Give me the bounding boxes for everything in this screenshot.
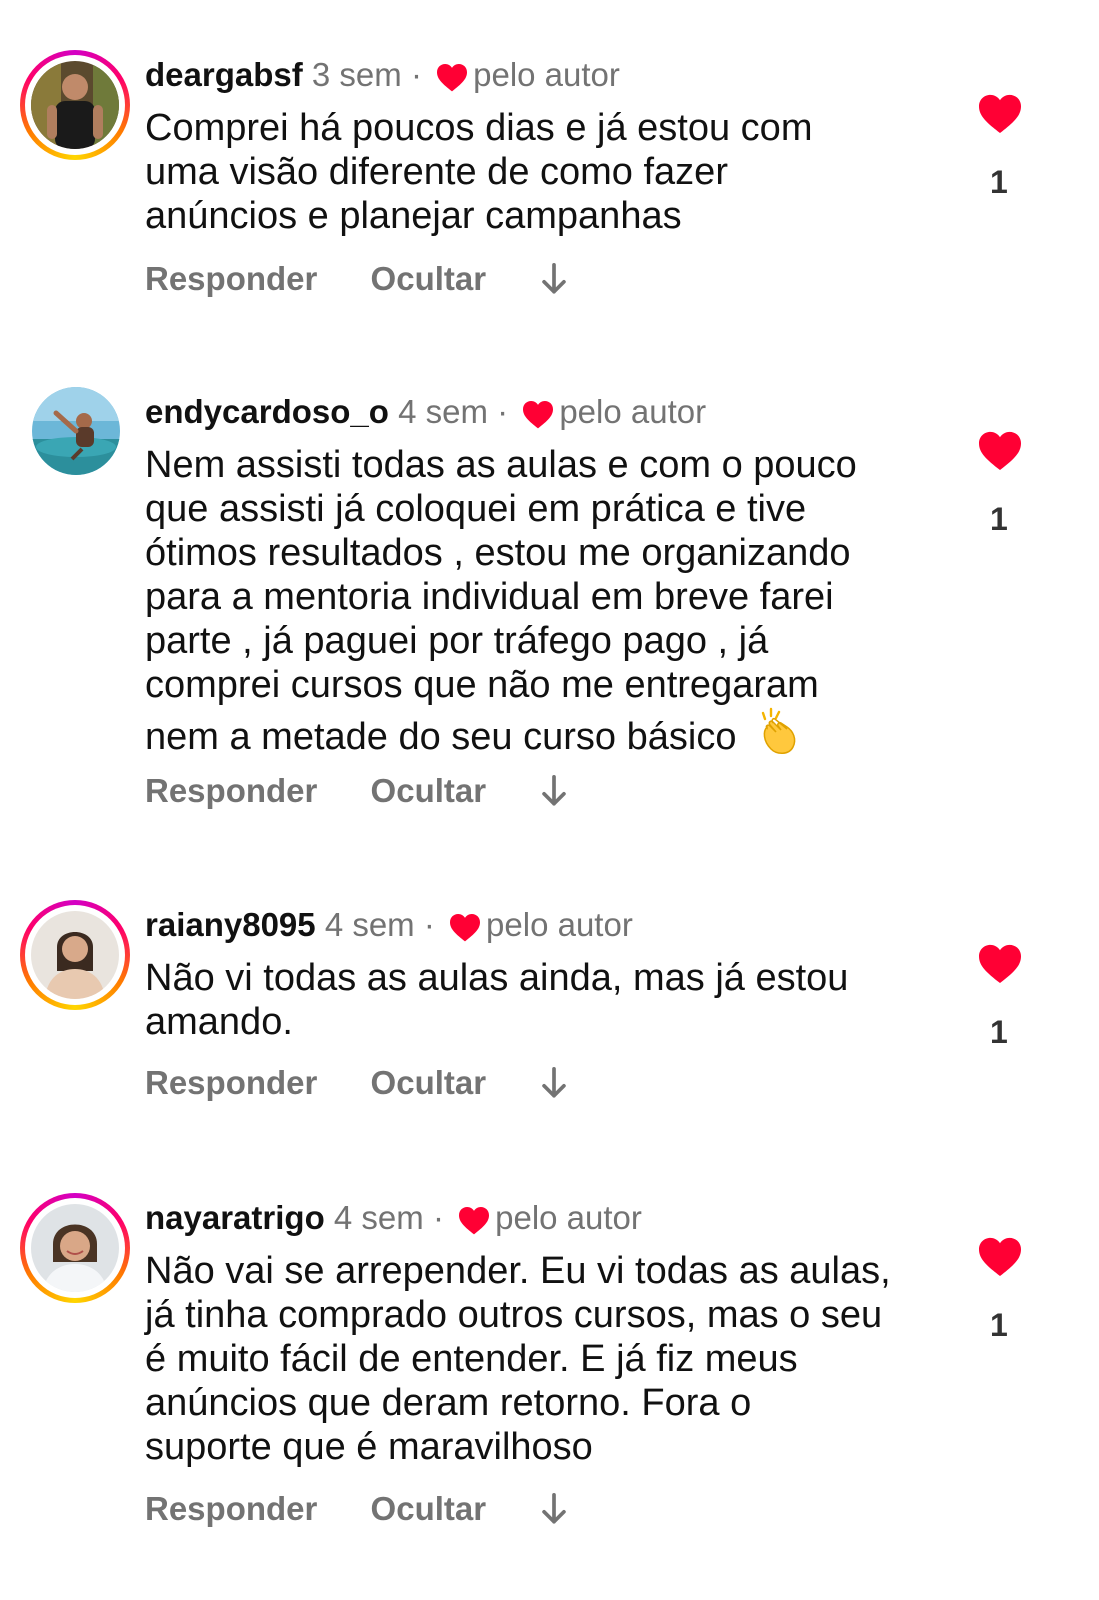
- comment-line: uma visão diferente de como fazer: [145, 151, 728, 193]
- reply-button[interactable]: Responder: [145, 1490, 317, 1528]
- comment-actions: Responder Ocultar: [145, 1490, 569, 1528]
- comment-text: Comprei há poucos dias e já estou com um…: [145, 106, 945, 238]
- comment-line: anúncios que deram retorno. Fora o: [145, 1382, 752, 1424]
- comment-line: é muito fácil de entender. E já fiz meus: [145, 1338, 798, 1380]
- comment-line: amando.: [145, 1001, 293, 1043]
- comment-line: que assisti já coloquei em prática e tiv…: [145, 488, 807, 530]
- like-count: 1: [990, 1307, 1008, 1343]
- author-liked-heart-icon: [459, 1207, 490, 1235]
- author-liked-heart-icon: [437, 64, 468, 92]
- like-count: 1: [990, 1014, 1008, 1050]
- comment-line: já tinha comprado outros cursos, mas o s…: [145, 1294, 883, 1336]
- timestamp: 4 sem: [333, 1199, 424, 1236]
- comment-header: deargabsf 3 sem · pelo autor: [145, 55, 620, 95]
- comment-header: endycardoso_o 4 sem · pelo autor: [145, 392, 706, 432]
- comment-line: Não vi todas as aulas ainda, mas já esto…: [145, 957, 849, 999]
- username[interactable]: raiany8095: [145, 906, 316, 943]
- separator: ·: [497, 393, 509, 430]
- hide-button[interactable]: Ocultar: [371, 260, 487, 298]
- separator: ·: [410, 56, 422, 93]
- author-liked-label: pelo autor: [559, 393, 707, 430]
- author-liked-label: pelo autor: [486, 906, 633, 943]
- reply-button[interactable]: Responder: [145, 772, 317, 810]
- comment-actions: Responder Ocultar: [145, 772, 569, 810]
- hide-button[interactable]: Ocultar: [371, 1064, 487, 1102]
- clapping-hands-icon: [761, 707, 796, 754]
- comment-line: ótimos resultados , estou me organizando: [145, 532, 851, 574]
- avatar[interactable]: [20, 387, 130, 497]
- like-count: 1: [990, 501, 1008, 537]
- reply-button[interactable]: Responder: [145, 1064, 317, 1102]
- comment-line: para a mentoria individual em breve fare…: [145, 576, 834, 618]
- arrow-down-icon[interactable]: [539, 1492, 569, 1526]
- author-liked-heart-icon: [523, 401, 554, 429]
- timestamp: 4 sem: [324, 906, 415, 943]
- hide-button[interactable]: Ocultar: [371, 1490, 487, 1528]
- comment-text: Não vai se arrepender. Eu vi todas as au…: [145, 1249, 945, 1469]
- comment-actions: Responder Ocultar: [145, 260, 569, 298]
- username[interactable]: deargabsf: [145, 56, 303, 93]
- reply-button[interactable]: Responder: [145, 260, 317, 298]
- timestamp: 3 sem: [311, 56, 402, 93]
- comment-line: anúncios e planejar campanhas: [145, 195, 682, 237]
- like-heart-icon[interactable]: [976, 1235, 1024, 1277]
- comment-header: nayaratrigo 4 sem · pelo autor: [145, 1198, 642, 1238]
- comment-line: Nem assisti todas as aulas e com o pouco: [145, 444, 857, 486]
- comment-header: raiany8095 4 sem · pelo autor: [145, 905, 633, 945]
- arrow-down-icon[interactable]: [539, 262, 569, 296]
- username[interactable]: nayaratrigo: [145, 1199, 325, 1236]
- like-heart-icon[interactable]: [976, 429, 1024, 471]
- comment-text: Não vi todas as aulas ainda, mas já esto…: [145, 956, 945, 1044]
- comment-line: Não vai se arrepender. Eu vi todas as au…: [145, 1250, 891, 1292]
- comment-actions: Responder Ocultar: [145, 1064, 569, 1102]
- like-heart-icon[interactable]: [976, 942, 1024, 984]
- username[interactable]: endycardoso_o: [145, 393, 389, 430]
- comment-line: nem a metade do seu curso básico: [145, 716, 737, 758]
- like-heart-icon[interactable]: [976, 92, 1024, 134]
- author-liked-label: pelo autor: [495, 1199, 642, 1236]
- avatar[interactable]: [20, 1193, 130, 1303]
- avatar[interactable]: [20, 50, 130, 160]
- timestamp: 4 sem: [398, 393, 488, 430]
- hide-button[interactable]: Ocultar: [371, 772, 487, 810]
- comment-text: Nem assisti todas as aulas e com o pouco…: [145, 443, 945, 759]
- arrow-down-icon[interactable]: [539, 1066, 569, 1100]
- comment-line: comprei cursos que não me entregaram: [145, 664, 819, 706]
- comment-line: parte , já paguei por tráfego pago , já: [145, 620, 769, 662]
- comment-line: suporte que é maravilhoso: [145, 1426, 593, 1468]
- like-count: 1: [990, 164, 1008, 200]
- avatar[interactable]: [20, 900, 130, 1010]
- author-liked-label: pelo autor: [473, 56, 620, 93]
- comment-line: Comprei há poucos dias e já estou com: [145, 107, 813, 149]
- author-liked-heart-icon: [450, 914, 481, 942]
- arrow-down-icon[interactable]: [539, 774, 569, 808]
- separator: ·: [423, 906, 435, 943]
- separator: ·: [432, 1199, 444, 1236]
